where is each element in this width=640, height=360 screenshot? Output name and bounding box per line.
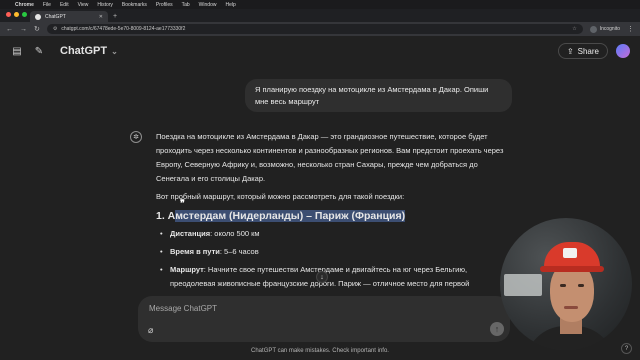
forward-icon[interactable]: → [20, 26, 27, 33]
model-selector[interactable]: ChatGPT ⌄ [60, 45, 118, 57]
incognito-label: Incognito [599, 26, 620, 32]
url-text: chatgpt.com/c/67478ede-5e70-8009-8124-ae… [61, 26, 186, 32]
message-composer[interactable]: Message ChatGPT ⌀ ↑ [138, 296, 510, 342]
menu-view[interactable]: View [78, 2, 89, 8]
scroll-down-button[interactable]: ↓ [316, 271, 328, 283]
presenter-mouth [564, 306, 578, 309]
presenter-eye [560, 284, 566, 287]
menu-window[interactable]: Window [199, 2, 217, 8]
help-button[interactable]: ? [621, 343, 632, 354]
message-input[interactable]: Message ChatGPT [149, 304, 217, 313]
share-icon: ⇪ [566, 46, 574, 56]
incognito-icon [589, 25, 597, 33]
browser-toolbar: ← → ↻ ⚙ chatgpt.com/c/67478ede-5e70-8009… [0, 22, 640, 36]
address-bar[interactable]: ⚙ chatgpt.com/c/67478ede-5e70-8009-8124-… [46, 24, 583, 34]
site-info-icon[interactable]: ⚙ [53, 26, 57, 32]
share-button[interactable]: ⇪ Share [557, 43, 608, 59]
tab-title: ChatGPT [45, 13, 66, 20]
sidebar-toggle-icon[interactable]: ▤ [10, 44, 24, 58]
assistant-message: Поездка на мотоцикле из Амстердама в Дак… [156, 130, 506, 295]
list-item: Время в пути: 5–6 часов [156, 245, 506, 259]
background-lamp [504, 274, 542, 296]
selected-text-highlight: мстердам (Нидерланды) – Париж (Франция) [175, 210, 406, 222]
incognito-badge[interactable]: Incognito [589, 25, 620, 33]
menu-tab[interactable]: Tab [182, 2, 190, 8]
back-icon[interactable]: ← [6, 26, 13, 33]
reload-icon[interactable]: ↻ [34, 25, 40, 33]
answer-lead: Вот пробный маршрут, который можно рассм… [156, 192, 405, 201]
cap-brim [540, 266, 604, 272]
menu-help[interactable]: Help [225, 2, 235, 8]
model-label: ChatGPT [60, 45, 108, 57]
quote-selection-icon[interactable]: ❞ [180, 198, 185, 209]
new-chat-icon[interactable]: ✎ [32, 44, 46, 58]
chevron-down-icon: ⌄ [111, 46, 118, 56]
webcam-overlay [500, 218, 632, 350]
menu-bookmarks[interactable]: Bookmarks [122, 2, 147, 8]
menu-file[interactable]: File [43, 2, 51, 8]
list-item: Дистанция: около 500 км [156, 227, 506, 241]
new-tab-icon[interactable]: + [113, 13, 117, 20]
chatgpt-favicon-icon [35, 13, 41, 20]
zoom-window-button[interactable] [22, 12, 27, 17]
menu-history[interactable]: History [97, 2, 113, 8]
browser-tab[interactable]: ChatGPT ✕ [30, 11, 108, 22]
send-button[interactable]: ↑ [490, 322, 504, 336]
browser-menu-icon[interactable]: ⋮ [627, 25, 634, 33]
share-label: Share [577, 46, 599, 56]
section-bullets: Дистанция: около 500 км Время в пути: 5–… [156, 227, 506, 291]
answer-intro: Поездка на мотоцикле из Амстердама в Дак… [156, 132, 504, 183]
user-message: Я планирую поездку на мотоцикле из Амсте… [245, 79, 512, 112]
close-tab-icon[interactable]: ✕ [99, 14, 103, 20]
presenter-eye [578, 284, 584, 287]
macos-menu-bar: Chrome File Edit View History Bookmarks … [0, 0, 640, 9]
list-item: Маршрут: Начните свое путешестви Амстерд… [156, 263, 506, 291]
menu-profiles[interactable]: Profiles [156, 2, 173, 8]
chatgpt-logo-icon: ✲ [130, 131, 142, 143]
attach-icon[interactable]: ⌀ [148, 325, 153, 336]
bookmark-star-icon[interactable]: ☆ [572, 26, 576, 32]
window-controls [6, 12, 27, 17]
close-window-button[interactable] [6, 12, 11, 17]
avatar[interactable] [616, 44, 630, 58]
chatgpt-header: ▤ ✎ ChatGPT ⌄ ⇪ Share [0, 36, 640, 66]
menu-edit[interactable]: Edit [60, 2, 69, 8]
minimize-window-button[interactable] [14, 12, 19, 17]
cap-logo-icon [563, 248, 577, 258]
section-heading: 1. Амстердам (Нидерланды) – Париж (Франц… [156, 210, 406, 222]
browser-tab-strip: ChatGPT ✕ + [0, 9, 640, 22]
menu-chrome[interactable]: Chrome [15, 2, 34, 8]
